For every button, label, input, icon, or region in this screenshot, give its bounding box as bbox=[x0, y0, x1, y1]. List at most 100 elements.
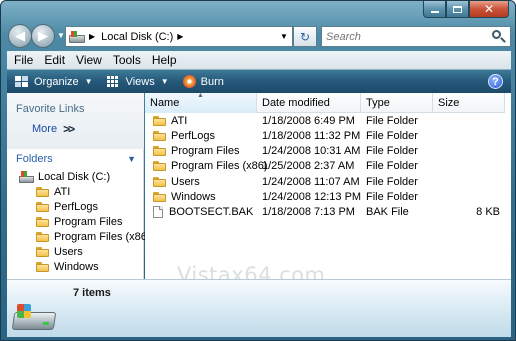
file-row[interactable]: Program Files 1/24/2008 10:31 AM File Fo… bbox=[145, 144, 505, 159]
file-date: 1/18/2008 11:32 PM bbox=[262, 129, 361, 142]
address-bar[interactable]: ▶ Local Disk (C:) ▶ ▼ bbox=[65, 26, 293, 47]
folder-icon bbox=[36, 261, 49, 272]
drive-icon bbox=[19, 170, 34, 183]
column-header-date-modified[interactable]: Date modified bbox=[257, 93, 361, 113]
file-name: Program Files (x86) bbox=[171, 160, 268, 173]
file-date: 1/18/2008 6:49 PM bbox=[262, 114, 355, 127]
folder-icon bbox=[153, 146, 166, 157]
views-button[interactable]: Views ▼ bbox=[106, 75, 169, 88]
tree-item-local-disk[interactable]: Local Disk (C:) bbox=[19, 169, 151, 184]
caption-buttons: ✕ bbox=[423, 1, 509, 18]
search-box[interactable] bbox=[321, 26, 511, 47]
file-row[interactable]: Program Files (x86) 1/25/2008 2:37 AM Fi… bbox=[145, 159, 505, 174]
minimize-icon bbox=[430, 10, 439, 13]
folder-icon bbox=[153, 115, 166, 126]
item-count: 7 items bbox=[73, 287, 111, 299]
more-label: More bbox=[32, 123, 58, 135]
file-size: 8 KB bbox=[476, 206, 500, 219]
file-type: File Folder bbox=[366, 114, 418, 127]
tree-item-windows[interactable]: Windows bbox=[19, 259, 151, 274]
breadcrumb-local-disk[interactable]: Local Disk (C:) bbox=[101, 31, 173, 43]
column-header-label: Name bbox=[150, 97, 180, 109]
folder-icon bbox=[36, 216, 49, 227]
navigation-pane: Favorite Links More >> Folders ▼ Local D… bbox=[7, 93, 151, 279]
menu-help[interactable]: Help bbox=[146, 53, 182, 67]
file-row[interactable]: ATI 1/18/2008 6:49 PM File Folder bbox=[145, 113, 505, 128]
file-date: 1/18/2008 7:13 PM bbox=[262, 206, 355, 219]
file-date: 1/24/2008 10:31 AM bbox=[262, 145, 361, 158]
folder-icon bbox=[153, 176, 166, 187]
file-row[interactable]: BOOTSECT.BAK 1/18/2008 7:13 PM BAK File … bbox=[145, 205, 505, 220]
back-button[interactable]: ◀ bbox=[8, 24, 32, 48]
breadcrumb-chevron-icon[interactable]: ▶ bbox=[177, 32, 183, 41]
tree-item-program-files[interactable]: Program Files bbox=[19, 214, 151, 229]
double-chevron-icon: >> bbox=[63, 122, 75, 136]
file-type: File Folder bbox=[366, 175, 418, 188]
help-icon[interactable]: ? bbox=[488, 74, 503, 89]
tree-item-perflogs[interactable]: PerfLogs bbox=[19, 199, 151, 214]
address-row: ◀ ▶ ▼ ▶ Local Disk (C:) ▶ ▼ ↻ bbox=[7, 23, 511, 49]
menu-view[interactable]: View bbox=[70, 53, 107, 67]
refresh-button[interactable]: ↻ bbox=[293, 26, 317, 47]
organize-button[interactable]: Organize ▼ bbox=[15, 75, 93, 88]
tree-item-program-files-x86[interactable]: Program Files (x86) bbox=[19, 229, 151, 244]
drive-icon bbox=[69, 30, 85, 43]
breadcrumb-separator-icon[interactable]: ▶ bbox=[89, 32, 95, 41]
search-icon[interactable] bbox=[491, 29, 507, 45]
file-type: File Folder bbox=[366, 145, 418, 158]
back-arrow-icon: ◀ bbox=[15, 28, 25, 43]
search-input[interactable] bbox=[322, 30, 490, 43]
more-link[interactable]: More >> bbox=[32, 122, 75, 136]
command-bar: Organize ▼ Views ▼ Burn ? bbox=[7, 69, 511, 93]
menu-edit[interactable]: Edit bbox=[38, 53, 70, 67]
address-dropdown-icon[interactable]: ▼ bbox=[276, 27, 292, 46]
forward-button[interactable]: ▶ bbox=[31, 24, 55, 48]
folder-icon bbox=[36, 186, 49, 197]
file-row[interactable]: PerfLogs 1/18/2008 11:32 PM File Folder bbox=[145, 128, 505, 143]
file-row[interactable]: Windows 1/24/2008 12:13 PM File Folder bbox=[145, 189, 505, 204]
file-size bbox=[438, 128, 500, 143]
refresh-icon: ↻ bbox=[299, 29, 311, 44]
burn-button[interactable]: Burn bbox=[182, 75, 224, 88]
folder-tree: Local Disk (C:) ATI PerfLogs Program Fil… bbox=[19, 169, 151, 274]
file-size bbox=[438, 159, 500, 174]
file-name: ATI bbox=[171, 114, 188, 127]
file-size bbox=[438, 113, 500, 128]
close-button[interactable]: ✕ bbox=[469, 1, 509, 18]
column-header-type[interactable]: Type bbox=[361, 93, 433, 113]
file-name: Windows bbox=[171, 190, 216, 203]
burn-label: Burn bbox=[200, 75, 224, 88]
menu-tools[interactable]: Tools bbox=[107, 53, 146, 67]
folders-header[interactable]: Folders ▼ bbox=[7, 150, 144, 168]
file-date: 1/24/2008 12:13 PM bbox=[262, 190, 362, 203]
maximize-button[interactable] bbox=[446, 1, 469, 18]
file-type: BAK File bbox=[366, 206, 409, 219]
tree-item-label: Program Files bbox=[54, 215, 123, 228]
file-name: BOOTSECT.BAK bbox=[169, 206, 254, 219]
column-header-name[interactable]: ▲ Name bbox=[145, 92, 257, 113]
views-icon bbox=[106, 75, 121, 88]
tree-item-users[interactable]: Users bbox=[19, 244, 151, 259]
column-header-row: ▲ Name Date modified Type Size bbox=[145, 92, 505, 113]
organize-dropdown-icon: ▼ bbox=[84, 77, 93, 86]
file-type: File Folder bbox=[366, 190, 418, 203]
tree-item-label: Local Disk (C:) bbox=[38, 170, 111, 183]
column-header-size[interactable]: Size bbox=[433, 93, 505, 113]
file-row[interactable]: Users 1/24/2008 11:07 AM File Folder bbox=[145, 174, 505, 189]
folder-icon bbox=[153, 191, 166, 202]
file-list-pane: ▲ Name Date modified Type Size ATI 1/18/… bbox=[145, 92, 511, 279]
menu-file[interactable]: File bbox=[7, 53, 38, 67]
file-type: File Folder bbox=[366, 160, 418, 173]
tree-item-label: Program Files (x86) bbox=[54, 230, 151, 243]
favorite-links-section: Favorite Links More >> bbox=[7, 93, 144, 149]
file-date: 1/25/2008 2:37 AM bbox=[262, 160, 355, 173]
views-label: Views bbox=[125, 75, 155, 88]
file-name: Users bbox=[171, 175, 200, 188]
minimize-button[interactable] bbox=[423, 1, 446, 18]
views-dropdown-icon: ▼ bbox=[160, 77, 169, 86]
file-date: 1/24/2008 11:07 AM bbox=[262, 175, 360, 188]
folder-icon bbox=[36, 246, 49, 257]
file-size bbox=[438, 144, 500, 159]
recent-pages-dropdown[interactable]: ▼ bbox=[57, 31, 65, 40]
tree-item-ati[interactable]: ATI bbox=[19, 184, 151, 199]
